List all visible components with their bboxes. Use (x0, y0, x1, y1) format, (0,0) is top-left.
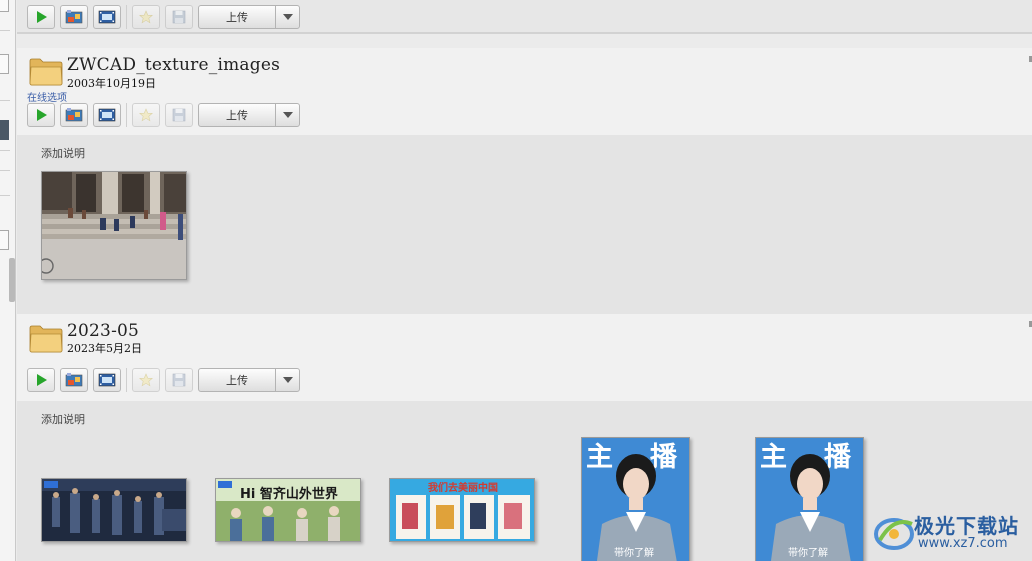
poster-title: Hi 智齐山外世界 (240, 486, 338, 502)
add-description-field[interactable]: 添加说明 (41, 411, 85, 427)
upload-label[interactable]: 上传 (199, 104, 275, 126)
upload-menu-arrow[interactable] (275, 104, 299, 126)
star-button[interactable] (132, 103, 160, 127)
movie-button[interactable] (93, 368, 121, 392)
left-panel (0, 0, 16, 561)
slideshow-button[interactable] (27, 5, 55, 29)
add-description-field[interactable]: 添加说明 (41, 145, 85, 161)
collage-button[interactable] (60, 103, 88, 127)
folder-icon (29, 58, 63, 86)
slideshow-button[interactable] (27, 103, 55, 127)
poster-title: 我们去美丽中国 (428, 481, 498, 494)
upload-dropdown[interactable]: 上传 (198, 368, 300, 392)
travel-poster: 我们去美丽中国 (390, 479, 534, 541)
watermark-logo-icon (874, 518, 914, 550)
album-date: 2023年5月2日 (67, 342, 142, 355)
left-panel-item[interactable] (0, 0, 9, 12)
divider (0, 100, 10, 101)
slideshow-button[interactable] (27, 368, 55, 392)
photo-thumbnail[interactable]: 主 播 带你了解 (755, 437, 864, 561)
toolbar-separator (126, 5, 127, 29)
album-title[interactable]: 2023-05 (67, 321, 139, 341)
chevron-down-icon (282, 14, 293, 20)
divider (0, 150, 10, 151)
anchor-title-char: 主 (586, 442, 613, 473)
floppy-disk-icon (172, 10, 186, 24)
film-icon (98, 10, 116, 24)
left-panel-item[interactable] (0, 230, 9, 250)
album-title[interactable]: ZWCAD_texture_images (67, 55, 280, 75)
movie-button[interactable] (93, 5, 121, 29)
star-icon (139, 10, 153, 24)
toolbar-separator (126, 368, 127, 392)
album-list: 上传 ZWCAD_texture_images 2003年10月19日 在线选项 (17, 0, 1032, 561)
upload-dropdown[interactable]: 上传 (198, 5, 300, 29)
floppy-disk-icon (172, 373, 186, 387)
left-panel-item[interactable] (0, 54, 9, 74)
star-button[interactable] (132, 368, 160, 392)
photo-thumbnail[interactable]: 我们去美丽中国 (389, 478, 535, 542)
album-toolbar: 上传 (27, 102, 300, 128)
collage-icon (65, 10, 83, 24)
news-anchor-photo: 主 播 带你了解 (756, 438, 863, 561)
mountain-poster: Hi 智齐山外世界 (216, 479, 360, 541)
divider (0, 30, 10, 31)
photo-thumbnail[interactable]: 主 播 带你了解 (581, 437, 690, 561)
star-icon (139, 373, 153, 387)
album-date: 2003年10月19日 (67, 77, 156, 90)
save-button[interactable] (165, 103, 193, 127)
star-button[interactable] (132, 5, 160, 29)
anchor-caption: 带你了解 (614, 546, 654, 559)
collage-icon (65, 373, 83, 387)
upload-label[interactable]: 上传 (199, 6, 275, 28)
chevron-down-icon (282, 112, 293, 118)
movie-button[interactable] (93, 103, 121, 127)
save-button[interactable] (165, 368, 193, 392)
play-icon (37, 374, 47, 386)
film-icon (98, 108, 116, 122)
photo-thumbnail[interactable] (41, 478, 187, 542)
photo-thumbnail[interactable]: Hi 智齐山外世界 (215, 478, 361, 542)
chevron-down-icon (282, 377, 293, 383)
watermark-brand: 极光下载站 (914, 514, 1019, 538)
save-button[interactable] (165, 5, 193, 29)
news-anchor-photo: 主 播 带你了解 (582, 438, 689, 561)
film-icon (98, 373, 116, 387)
stairs-photo (42, 172, 186, 279)
upload-dropdown[interactable]: 上传 (198, 103, 300, 127)
floppy-disk-icon (172, 108, 186, 122)
divider (0, 170, 10, 171)
album-toolbar: 上传 (27, 367, 300, 393)
collage-icon (65, 108, 83, 122)
anchor-caption: 带你了解 (788, 546, 828, 559)
photo-thumbnail[interactable] (41, 171, 187, 280)
collage-button[interactable] (60, 5, 88, 29)
watermark-url: www.xz7.com (918, 536, 1008, 551)
collage-button[interactable] (60, 368, 88, 392)
play-icon (37, 11, 47, 23)
divider (0, 195, 10, 196)
crowd-photo (42, 479, 186, 541)
splitter-handle[interactable] (9, 258, 15, 302)
site-watermark: 极光下载站 www.xz7.com (872, 508, 1032, 558)
anchor-title-char: 主 (760, 442, 787, 473)
toolbar-separator (126, 103, 127, 127)
star-icon (139, 108, 153, 122)
upload-label[interactable]: 上传 (199, 369, 275, 391)
upload-menu-arrow[interactable] (275, 6, 299, 28)
upload-menu-arrow[interactable] (275, 369, 299, 391)
album-toolbar: 上传 (27, 4, 300, 30)
play-icon (37, 109, 47, 121)
folder-icon (29, 325, 63, 353)
left-panel-selected-item[interactable] (0, 120, 9, 140)
app-window: 上传 ZWCAD_texture_images 2003年10月19日 在线选项 (0, 0, 1032, 561)
